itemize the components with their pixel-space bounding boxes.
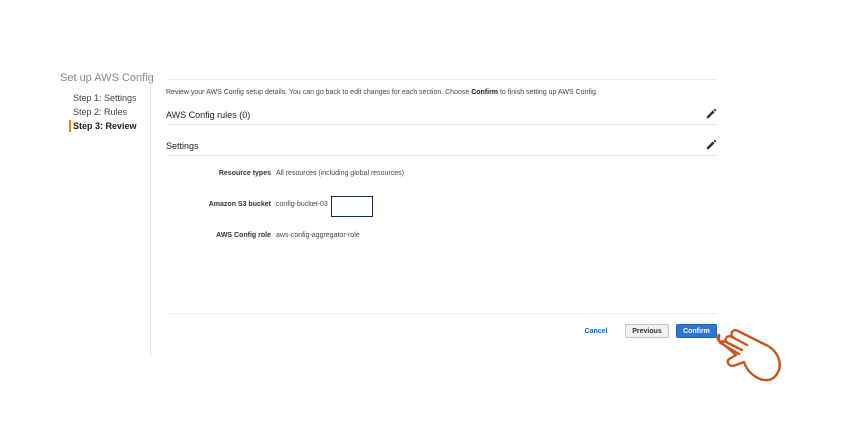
sidebar-divider — [150, 73, 151, 356]
pointing-hand-icon — [716, 329, 781, 382]
config-role-row: AWS Config role aws-config-aggregator-ro… — [166, 230, 717, 244]
wizard-footer: Cancel Previous Confirm — [166, 314, 717, 354]
top-divider — [166, 79, 717, 80]
review-panel: Review your AWS Config setup details. Yo… — [166, 79, 717, 354]
s3-bucket-row: Amazon S3 bucket config-bucket-03 — [166, 196, 717, 217]
rules-section-title: AWS Config rules (0) — [166, 110, 251, 120]
edit-rules-pencil-icon[interactable] — [705, 108, 717, 120]
settings-section-title: Settings — [166, 141, 199, 151]
resource-types-row: Resource types All resources (including … — [166, 168, 717, 182]
resource-types-label: Resource types — [218, 170, 271, 177]
settings-details: Resource types All resources (including … — [166, 156, 717, 313]
sidebar-step-rules[interactable]: Step 2: Rules — [60, 105, 150, 119]
previous-button[interactable]: Previous — [625, 324, 669, 338]
intro-text: Review your AWS Config setup details. Yo… — [166, 89, 598, 96]
settings-section-header: Settings — [166, 125, 717, 156]
redaction-box — [331, 196, 373, 217]
s3-bucket-value: config-bucket-03 — [276, 201, 328, 208]
sidebar-step-settings[interactable]: Step 1: Settings — [60, 91, 150, 105]
sidebar-step-review: Step 3: Review — [60, 119, 150, 133]
config-role-value: aws-config-aggregator-role — [276, 232, 360, 239]
cancel-button[interactable]: Cancel — [576, 325, 616, 339]
config-role-label: AWS Config role — [216, 232, 271, 239]
rules-section-header: AWS Config rules (0) — [166, 103, 717, 125]
sidebar-title: Set up AWS Config — [60, 72, 154, 84]
wizard-sidebar: Set up AWS Config Step 1: Settings Step … — [60, 72, 154, 133]
s3-bucket-label: Amazon S3 bucket — [208, 201, 271, 208]
confirm-button[interactable]: Confirm — [676, 324, 717, 338]
edit-settings-pencil-icon[interactable] — [705, 139, 717, 151]
resource-types-value: All resources (including global resource… — [276, 170, 405, 177]
